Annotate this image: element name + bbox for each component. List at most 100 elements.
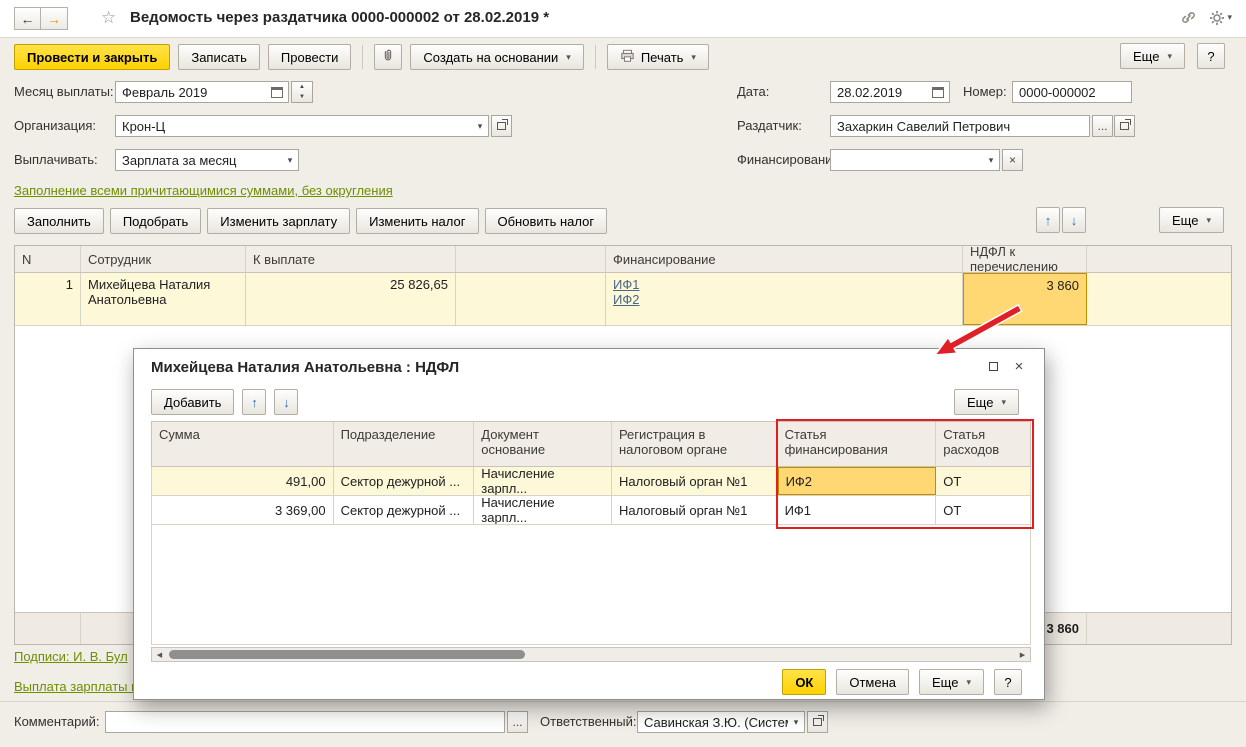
responsible-open-button[interactable]: [807, 711, 828, 733]
change-salary-button[interactable]: Изменить зарплату: [207, 208, 351, 234]
payout-type-field[interactable]: Зарплата за месяц ▾: [115, 149, 299, 171]
table-row[interactable]: 1 Михейцева Наталия Анатольевна 25 826,6…: [15, 273, 1231, 326]
financing-link[interactable]: ИФ1: [613, 277, 639, 292]
close-button[interactable]: ×: [1010, 357, 1028, 375]
cancel-button[interactable]: Отмена: [836, 669, 910, 695]
horizontal-scrollbar[interactable]: ◀ ▶: [151, 647, 1031, 662]
chevron-down-icon[interactable]: ▾: [282, 150, 298, 170]
cell-document[interactable]: Начисление зарпл...: [474, 496, 612, 524]
forward-button[interactable]: →: [41, 7, 68, 30]
spin-up-icon[interactable]: ▲: [292, 82, 312, 92]
print-button[interactable]: Печать ▾: [606, 44, 709, 70]
column-header-document[interactable]: Документ основание: [474, 422, 612, 466]
column-header-registration[interactable]: Регистрация в налоговом органе: [612, 422, 778, 466]
column-header-n[interactable]: N: [15, 246, 81, 272]
payout-type-label: Выплачивать:: [14, 152, 98, 167]
signatures-link[interactable]: Подписи: И. В. Бул: [14, 649, 128, 664]
cell-sum[interactable]: 3 369,00: [152, 496, 334, 524]
chevron-down-icon[interactable]: ▾: [788, 712, 804, 732]
scrollbar-track[interactable]: [167, 648, 1015, 661]
cell-empty[interactable]: [456, 273, 606, 325]
dialog-move-up-button[interactable]: ↑: [242, 389, 267, 415]
cell-employee[interactable]: Михейцева Наталия Анатольевна: [81, 273, 246, 325]
payout-month-field[interactable]: Февраль 2019: [115, 81, 289, 103]
date-field[interactable]: 28.02.2019: [830, 81, 950, 103]
cell-financing[interactable]: ИФ1 ИФ2: [606, 273, 963, 325]
back-button[interactable]: ←: [14, 7, 41, 30]
cell-empty[interactable]: [1087, 273, 1231, 325]
scrollbar-thumb[interactable]: [169, 650, 525, 659]
column-header-to-pay[interactable]: К выплате: [246, 246, 456, 272]
column-header-exp-item[interactable]: Статья расходов: [936, 422, 1030, 466]
favorites-star-icon[interactable]: ☆: [101, 8, 116, 28]
cell-n[interactable]: 1: [15, 273, 81, 325]
cell-department[interactable]: Сектор дежурной ...: [334, 467, 475, 495]
month-spinner[interactable]: ▲ ▼: [291, 81, 313, 103]
financing-field[interactable]: ▾: [830, 149, 1000, 171]
table-row[interactable]: 3 369,00 Сектор дежурной ... Начисление …: [151, 496, 1031, 525]
write-button[interactable]: Записать: [178, 44, 260, 70]
pick-button[interactable]: Подобрать: [109, 208, 202, 234]
ok-button[interactable]: ОК: [782, 669, 827, 695]
post-button[interactable]: Провести: [267, 44, 352, 70]
comment-choose-button[interactable]: ...: [507, 711, 528, 733]
responsible-field[interactable]: Савинская З.Ю. (Систем ▾: [637, 711, 805, 733]
change-tax-button[interactable]: Изменить налог: [356, 208, 479, 234]
calendar-icon[interactable]: [932, 86, 944, 98]
cell-exp-item[interactable]: ОТ: [936, 496, 1030, 524]
dispenser-open-button[interactable]: [1114, 115, 1135, 137]
cell-to-pay[interactable]: 25 826,65: [246, 273, 456, 325]
comment-input[interactable]: [105, 711, 505, 733]
organization-open-button[interactable]: [491, 115, 512, 137]
cell-registration[interactable]: Налоговый орган №1: [612, 467, 778, 495]
column-header-sum[interactable]: Сумма: [152, 422, 334, 466]
chevron-down-icon[interactable]: ▾: [983, 150, 999, 170]
scroll-left-icon[interactable]: ◀: [152, 648, 167, 661]
cell-document[interactable]: Начисление зарпл...: [474, 467, 612, 495]
help-button[interactable]: ?: [1197, 43, 1225, 69]
scroll-right-icon[interactable]: ▶: [1015, 648, 1030, 661]
cell-ndfl-focused[interactable]: 3 860: [963, 273, 1087, 325]
move-down-button[interactable]: ↓: [1062, 207, 1086, 233]
spin-down-icon[interactable]: ▼: [292, 92, 312, 102]
cell-exp-item[interactable]: ОТ: [936, 467, 1030, 495]
column-header-fin-item[interactable]: Статья финансирования: [778, 422, 937, 466]
calendar-icon[interactable]: [271, 86, 283, 98]
table-row[interactable]: 491,00 Сектор дежурной ... Начисление за…: [151, 467, 1031, 496]
more-button[interactable]: Еще ▾: [1120, 43, 1185, 69]
dispenser-choose-button[interactable]: ...: [1092, 115, 1113, 137]
column-header-department[interactable]: Подразделение: [334, 422, 475, 466]
number-field[interactable]: 0000-000002: [1012, 81, 1132, 103]
dispenser-field[interactable]: Захаркин Савелий Петрович: [830, 115, 1090, 137]
grid-more-button[interactable]: Еще ▾: [1159, 207, 1224, 233]
chevron-down-icon[interactable]: ▾: [472, 116, 488, 136]
column-header-financing[interactable]: Финансирование: [606, 246, 963, 272]
cell-fin-item-focused[interactable]: ИФ2: [777, 467, 937, 495]
column-header-ndfl[interactable]: НДФЛ к перечислению: [963, 246, 1087, 272]
link-icon[interactable]: [1180, 9, 1197, 26]
dialog-help-button[interactable]: ?: [994, 669, 1022, 695]
dialog-move-down-button[interactable]: ↓: [274, 389, 299, 415]
gear-icon[interactable]: ▾: [1209, 10, 1232, 26]
column-header-employee[interactable]: Сотрудник: [81, 246, 246, 272]
maximize-button[interactable]: [984, 357, 1002, 375]
attachments-button[interactable]: [374, 44, 403, 70]
add-button[interactable]: Добавить: [151, 389, 235, 415]
move-up-button[interactable]: ↑: [1036, 207, 1060, 233]
fill-button[interactable]: Заполнить: [14, 208, 104, 234]
table-empty-area[interactable]: [151, 525, 1031, 645]
fill-amounts-link[interactable]: Заполнение всеми причитающимися суммами,…: [14, 183, 393, 198]
dialog-footer-more-button[interactable]: Еще ▾: [919, 669, 984, 695]
financing-link[interactable]: ИФ2: [613, 292, 639, 307]
create-based-on-button[interactable]: Создать на основании ▾: [410, 44, 584, 70]
cell-sum[interactable]: 491,00: [152, 467, 334, 495]
refresh-tax-button[interactable]: Обновить налог: [484, 208, 608, 234]
payout-link[interactable]: Выплата зарплаты и: [14, 679, 138, 694]
cell-fin-item[interactable]: ИФ1: [778, 496, 937, 524]
post-and-close-button[interactable]: Провести и закрыть: [14, 44, 171, 70]
cell-registration[interactable]: Налоговый орган №1: [612, 496, 778, 524]
dialog-more-button[interactable]: Еще ▾: [954, 389, 1019, 415]
organization-field[interactable]: Крон-Ц ▾: [115, 115, 489, 137]
cell-department[interactable]: Сектор дежурной ...: [334, 496, 475, 524]
financing-clear-button[interactable]: ×: [1002, 149, 1023, 171]
